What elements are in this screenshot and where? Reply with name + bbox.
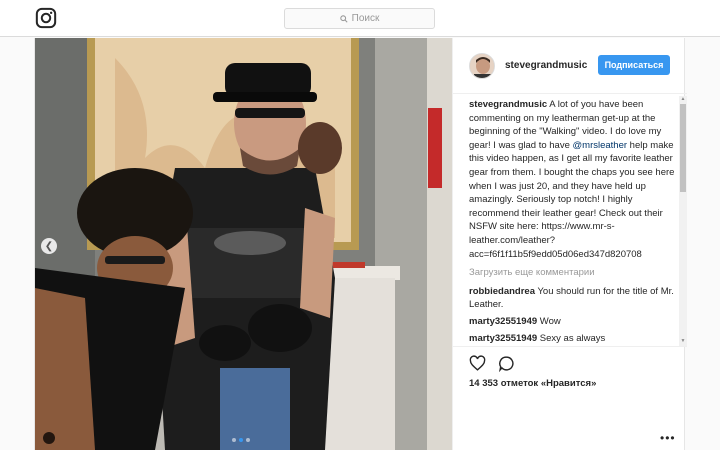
post-card: ❮ stevegrandmusic Подписаться stevegrand… <box>34 38 687 450</box>
search-input[interactable]: Поиск <box>284 8 435 29</box>
carousel-dot <box>246 438 250 442</box>
comment-item: robbiedandrea You should run for the tit… <box>469 285 675 312</box>
comment-item: marty32551949 Sexy as always <box>469 332 675 345</box>
comment-text: Wow <box>537 315 561 327</box>
scroll-down-arrow-icon[interactable]: ▼ <box>680 338 686 344</box>
caption-text-2: help make this video happen, as I get al… <box>469 139 675 260</box>
scroll-up-arrow-icon[interactable]: ▲ <box>680 96 686 102</box>
post-actions: 14 353 отметок «Нравится» ••• <box>453 346 687 450</box>
instagram-logo-icon[interactable] <box>35 7 57 29</box>
previous-slide-button[interactable]: ❮ <box>41 238 57 254</box>
comment-bubble-icon[interactable] <box>498 355 515 372</box>
heart-icon[interactable] <box>469 355 486 372</box>
user-tag-icon[interactable] <box>43 432 55 444</box>
post-photo[interactable]: ❮ <box>35 38 452 450</box>
comment-username[interactable]: robbiedandrea <box>469 286 535 297</box>
load-more-comments-link[interactable]: Загрузить еще комментарии <box>469 266 675 280</box>
comments-scrollbar-thumb[interactable] <box>680 104 686 192</box>
follow-button[interactable]: Подписаться <box>598 55 670 75</box>
comment-username[interactable]: marty32551949 <box>469 316 537 327</box>
comment-username[interactable]: marty32551949 <box>469 333 537 344</box>
caption-mention-link[interactable]: @mrsleather <box>573 140 628 151</box>
likes-count[interactable]: 14 353 отметок «Нравится» <box>469 378 596 389</box>
avatar-image <box>470 53 494 78</box>
more-options-button[interactable]: ••• <box>660 431 676 445</box>
chevron-left-icon: ❮ <box>44 240 54 252</box>
carousel-dot-active <box>239 438 243 442</box>
post-author-username[interactable]: stevegrandmusic <box>505 60 587 71</box>
caption-username[interactable]: stevegrandmusic <box>469 99 547 110</box>
carousel-dot <box>232 438 236 442</box>
post-sidebar: stevegrandmusic Подписаться stevegrandmu… <box>452 38 687 450</box>
comments-section: stevegrandmusic A lot of you have been c… <box>469 98 675 344</box>
comment-text: Sexy as always <box>537 332 606 344</box>
post-caption: stevegrandmusic A lot of you have been c… <box>469 98 675 261</box>
search-placeholder: Поиск <box>351 13 380 24</box>
post-header: stevegrandmusic Подписаться <box>453 38 687 94</box>
post-photo-illustration <box>35 38 452 450</box>
carousel-indicator <box>232 438 250 442</box>
top-navigation-bar: Поиск <box>0 0 720 37</box>
comment-item: marty32551949 Wow <box>469 315 675 329</box>
avatar[interactable] <box>469 52 495 79</box>
search-icon <box>339 14 348 23</box>
